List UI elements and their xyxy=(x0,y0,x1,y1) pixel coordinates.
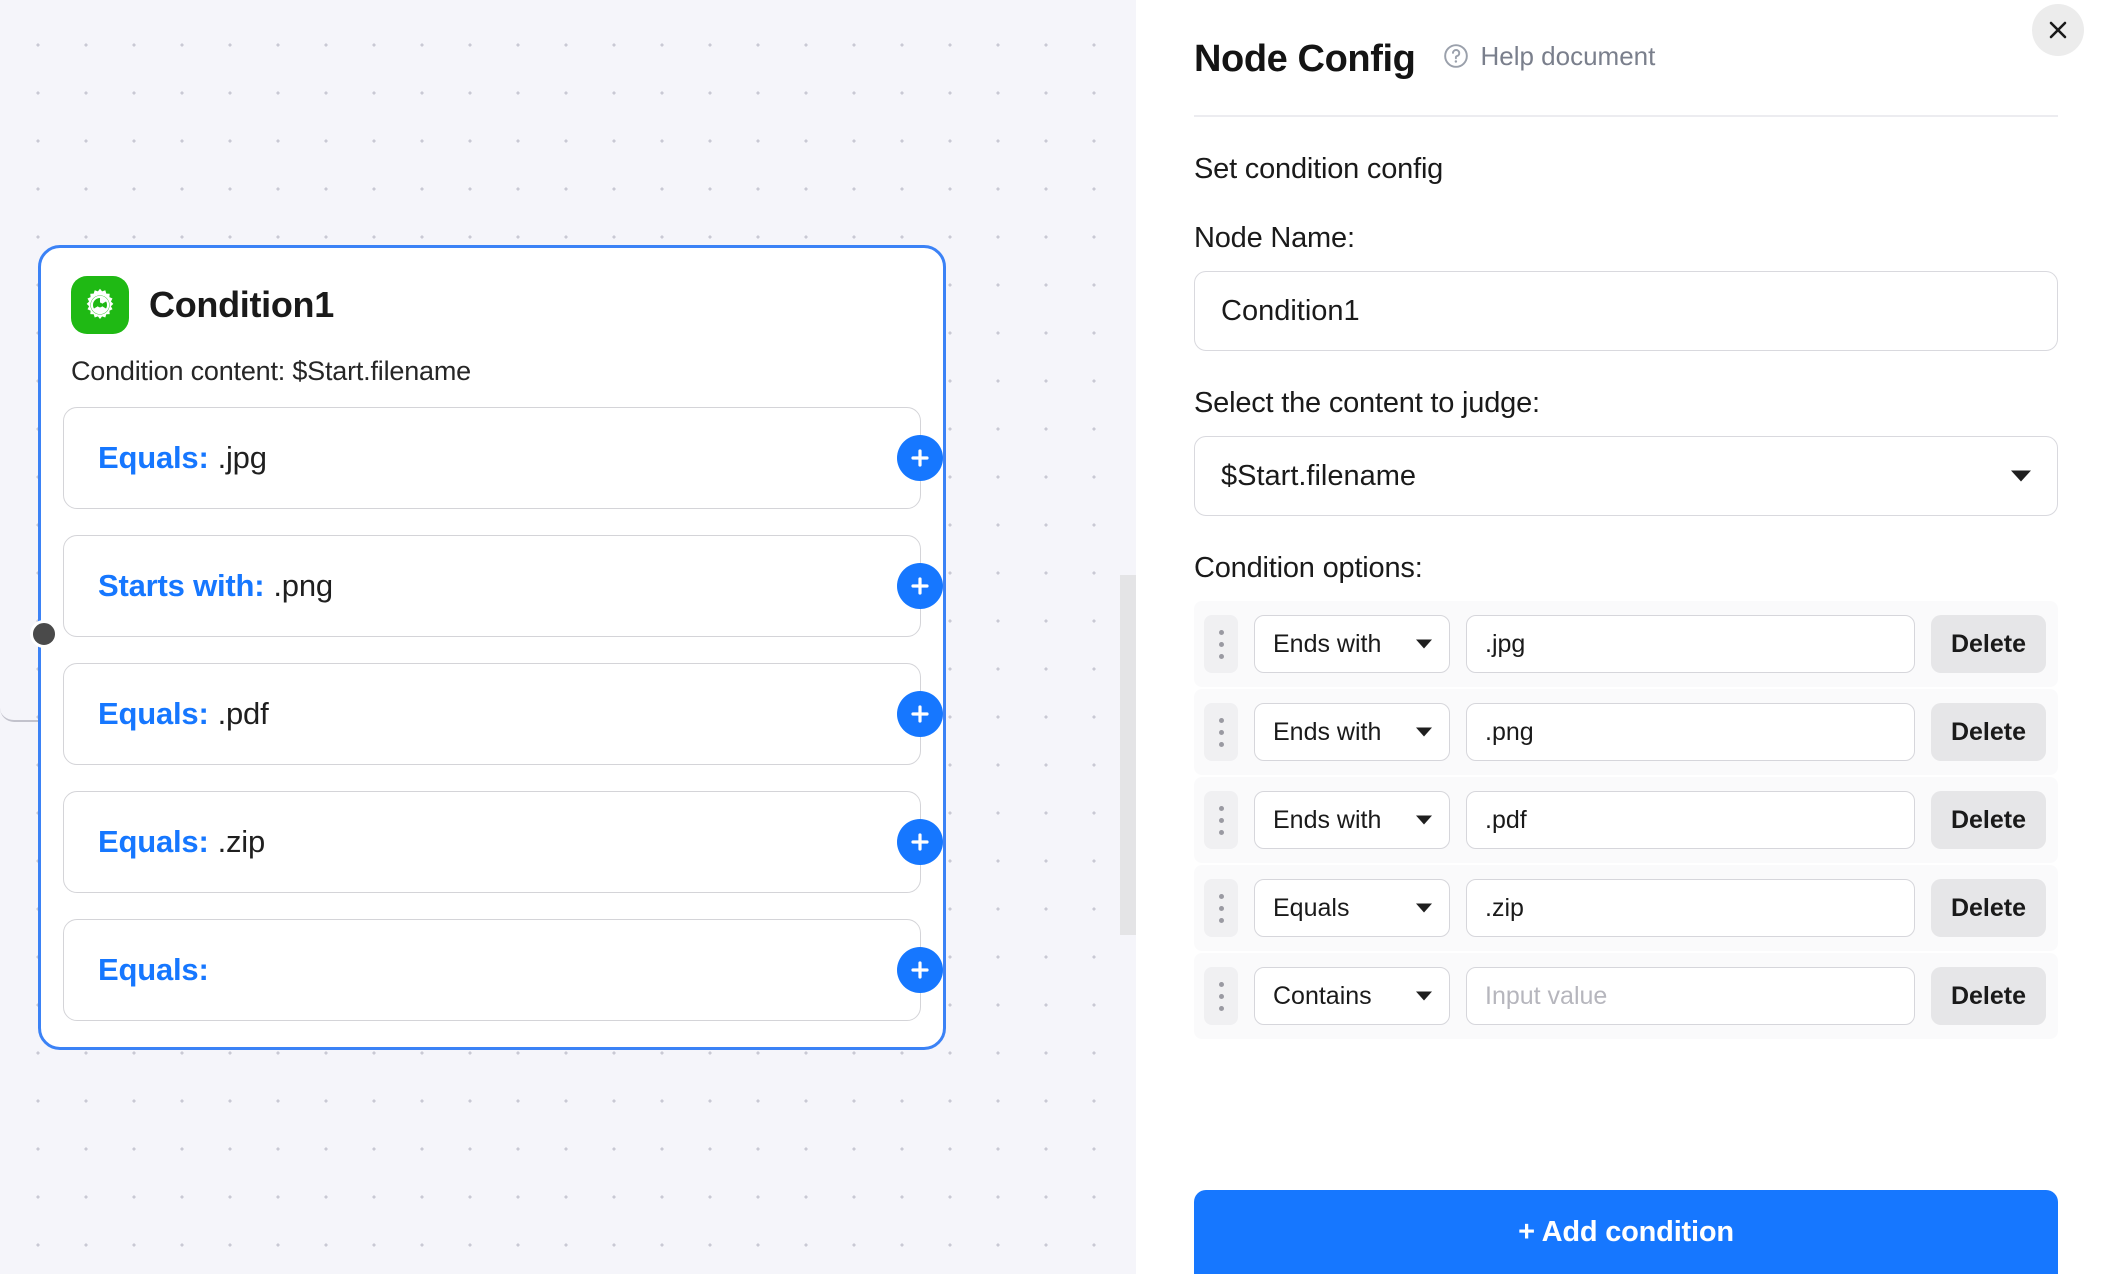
condition-value-input[interactable] xyxy=(1466,615,1915,673)
add-condition-button[interactable]: + Add condition xyxy=(1194,1190,2058,1274)
condition-options-list: Ends with Delete Ends with Delete xyxy=(1194,601,2058,1039)
branch-list: Equals: .jpg Starts with: .png Equals: .… xyxy=(63,407,943,1021)
branch-operator: Equals: xyxy=(98,824,209,859)
close-icon[interactable] xyxy=(2032,4,2084,56)
branch-add-button[interactable] xyxy=(897,947,943,993)
condition-row: Ends with Delete xyxy=(1194,777,2058,863)
branch-row[interactable]: Equals: .zip xyxy=(63,791,943,893)
branch-value: .jpg xyxy=(217,440,267,475)
branch-add-button[interactable] xyxy=(897,563,943,609)
condition-value-input[interactable] xyxy=(1466,791,1915,849)
workflow-canvas[interactable]: Condition1 Condition content: $Start.fil… xyxy=(0,0,1136,1274)
chevron-down-icon xyxy=(1416,903,1432,913)
branch-add-button[interactable] xyxy=(897,691,943,737)
workflow-editor: Condition1 Condition content: $Start.fil… xyxy=(0,0,2102,1274)
branch-value: .png xyxy=(273,568,333,603)
delete-condition-button[interactable]: Delete xyxy=(1930,879,2046,937)
chevron-down-icon xyxy=(1416,727,1432,737)
drag-handle-icon[interactable] xyxy=(1204,615,1238,673)
drag-handle-icon[interactable] xyxy=(1204,703,1238,761)
condition-row: Equals Delete xyxy=(1194,865,2058,951)
branch-row[interactable]: Starts with: .png xyxy=(63,535,943,637)
canvas-scrollbar-thumb[interactable] xyxy=(1120,575,1136,935)
chevron-down-icon xyxy=(1416,639,1432,649)
content-select-label: Select the content to judge: xyxy=(1194,387,1540,419)
condition-operator-value: Ends with xyxy=(1273,717,1382,746)
branch-row[interactable]: Equals: .pdf xyxy=(63,663,943,765)
help-circle-icon xyxy=(1444,44,1469,68)
condition-node-card[interactable]: Condition1 Condition content: $Start.fil… xyxy=(30,245,946,1050)
delete-condition-button[interactable]: Delete xyxy=(1930,967,2046,1025)
branch-text: Equals: .pdf xyxy=(98,696,269,732)
condition-value-input[interactable] xyxy=(1466,879,1915,937)
condition-operator-value: Ends with xyxy=(1273,629,1382,658)
drag-handle-icon[interactable] xyxy=(1204,879,1238,937)
condition-operator-select[interactable]: Contains xyxy=(1254,967,1450,1025)
condition-row: Contains Delete xyxy=(1194,953,2058,1039)
help-document-link[interactable]: Help document xyxy=(1443,41,1655,72)
node-header: Condition1 xyxy=(63,270,921,334)
condition-operator-select[interactable]: Equals xyxy=(1254,879,1450,937)
node-title: Condition1 xyxy=(149,284,334,325)
branch-value: .zip xyxy=(217,824,266,859)
node-name-input[interactable] xyxy=(1194,271,2058,351)
branch-text: Equals: .zip xyxy=(98,824,265,860)
condition-operator-select[interactable]: Ends with xyxy=(1254,791,1450,849)
condition-value-input[interactable] xyxy=(1466,703,1915,761)
canvas-scrollbar[interactable] xyxy=(1120,0,1136,1274)
delete-condition-button[interactable]: Delete xyxy=(1930,791,2046,849)
panel-header: Node Config Help document xyxy=(1194,0,2058,81)
content-select-value: $Start.filename xyxy=(1221,459,1417,492)
branch-operator: Equals: xyxy=(98,952,209,987)
chevron-down-icon xyxy=(1416,991,1432,1001)
condition-operator-value: Contains xyxy=(1273,981,1372,1010)
chevron-down-icon xyxy=(1416,815,1432,825)
drag-handle-icon[interactable] xyxy=(1204,791,1238,849)
condition-operator-value: Ends with xyxy=(1273,805,1382,834)
node-name-label: Node Name: xyxy=(1194,222,1355,254)
condition-operator-select[interactable]: Ends with xyxy=(1254,703,1450,761)
branch-operator: Equals: xyxy=(98,440,209,475)
chevron-down-icon xyxy=(2011,470,2031,482)
node-subtitle: Condition content: $Start.filename xyxy=(71,356,471,386)
gear-icon xyxy=(71,276,129,334)
node-input-port[interactable] xyxy=(30,620,58,648)
branch-text: Equals: xyxy=(98,952,218,988)
condition-value-input[interactable] xyxy=(1466,967,1915,1025)
condition-operator-select[interactable]: Ends with xyxy=(1254,615,1450,673)
help-document-label: Help document xyxy=(1480,40,1656,71)
condition-operator-value: Equals xyxy=(1273,893,1350,922)
header-divider xyxy=(1194,115,2058,117)
page-title: Node Config xyxy=(1194,38,1416,80)
branch-row[interactable]: Equals: xyxy=(63,919,943,1021)
branch-text: Starts with: .png xyxy=(98,568,333,604)
branch-add-button[interactable] xyxy=(897,819,943,865)
content-select[interactable]: $Start.filename xyxy=(1194,436,2058,516)
branch-text: Equals: .jpg xyxy=(98,440,267,476)
branch-value: .pdf xyxy=(217,696,269,731)
section-label: Set condition config xyxy=(1194,153,1444,185)
condition-row: Ends with Delete xyxy=(1194,689,2058,775)
drag-handle-icon[interactable] xyxy=(1204,967,1238,1025)
branch-operator: Equals: xyxy=(98,696,209,731)
condition-row: Ends with Delete xyxy=(1194,601,2058,687)
condition-options-label: Condition options: xyxy=(1194,552,1423,584)
branch-operator: Starts with: xyxy=(98,568,265,603)
delete-condition-button[interactable]: Delete xyxy=(1930,615,2046,673)
branch-row[interactable]: Equals: .jpg xyxy=(63,407,943,509)
delete-condition-button[interactable]: Delete xyxy=(1930,703,2046,761)
node-config-panel: Node Config Help document Set condition … xyxy=(1136,0,2102,1274)
branch-add-button[interactable] xyxy=(897,435,943,481)
